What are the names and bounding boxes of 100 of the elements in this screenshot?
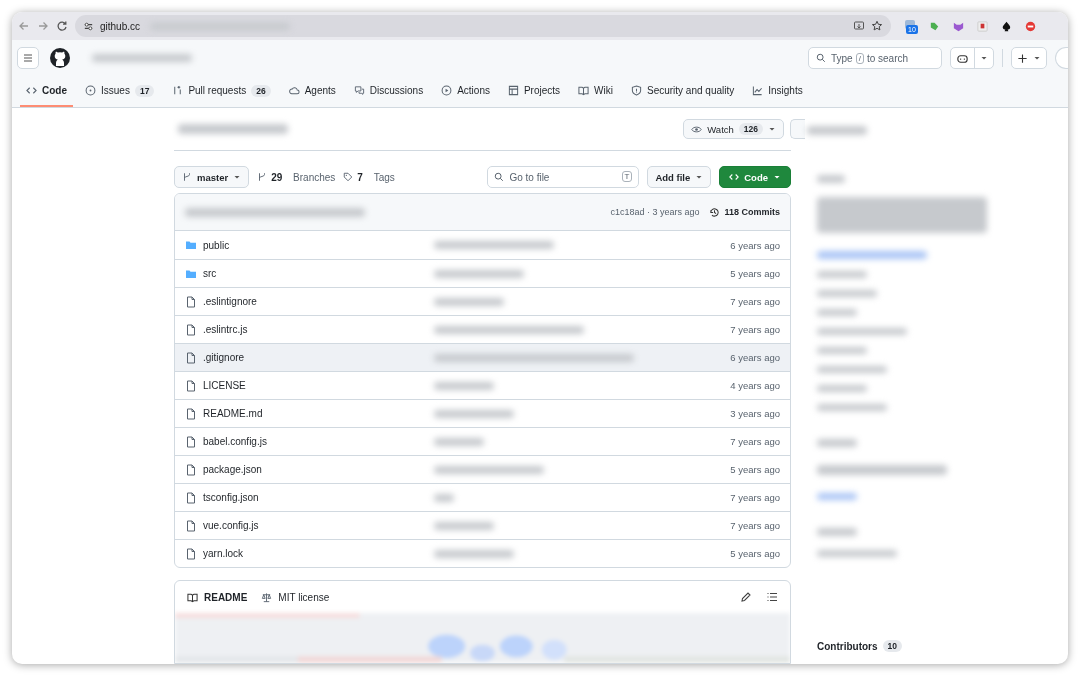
copilot-button[interactable] xyxy=(950,47,994,69)
caret-icon xyxy=(768,125,776,133)
file-time: 7 years ago xyxy=(730,492,780,503)
repo-tab[interactable]: Actions xyxy=(435,76,496,107)
file-link[interactable]: README.md xyxy=(203,408,263,419)
address-bar[interactable]: github.cc xyxy=(75,15,891,37)
file-row[interactable]: babel.config.js 7 years ago xyxy=(175,427,790,455)
stop-icon[interactable] xyxy=(1024,19,1037,33)
file-time: 5 years ago xyxy=(730,268,780,279)
code-icon xyxy=(729,172,740,182)
repo-tab[interactable]: Issues 17 xyxy=(79,76,161,107)
file-icon xyxy=(185,491,197,504)
file-link[interactable]: yarn.lock xyxy=(203,548,243,559)
menu-icon xyxy=(22,52,34,64)
search-field[interactable]: Type / to search xyxy=(808,47,942,69)
circle-dot-icon xyxy=(85,85,96,96)
file-link[interactable]: tsconfig.json xyxy=(203,492,259,503)
file-row[interactable]: README.md 3 years ago xyxy=(175,399,790,427)
branch-button[interactable]: master xyxy=(174,166,250,188)
folder-icon xyxy=(185,239,197,251)
repo-tab[interactable]: Code xyxy=(20,76,73,107)
repo-tab[interactable]: Security and quality xyxy=(624,76,741,107)
repo-tab[interactable]: Agents xyxy=(282,76,342,107)
file-time: 3 years ago xyxy=(730,408,780,419)
file-time: 7 years ago xyxy=(730,324,780,335)
blurred-text xyxy=(817,366,887,373)
file-time: 5 years ago xyxy=(730,464,780,475)
file-row[interactable]: vue.config.js 7 years ago xyxy=(175,511,790,539)
file-link[interactable]: public xyxy=(203,239,230,251)
file-time: 6 years ago xyxy=(730,239,780,251)
edit-icon[interactable] xyxy=(740,591,752,603)
repo-tab[interactable]: Projects xyxy=(501,76,567,107)
file-icon xyxy=(185,323,197,336)
caret-icon xyxy=(233,173,242,181)
commits-link[interactable]: 118 Commits xyxy=(709,206,780,218)
file-link[interactable]: src xyxy=(203,268,217,279)
graph-icon xyxy=(752,85,764,96)
install-icon[interactable] xyxy=(853,20,865,32)
outline-icon[interactable] xyxy=(766,591,778,603)
file-row[interactable]: src 5 years ago xyxy=(175,259,790,287)
reload-icon[interactable] xyxy=(56,20,68,32)
star-icon[interactable] xyxy=(871,20,883,32)
readme-tab[interactable]: MIT license xyxy=(261,591,330,603)
tile-icon[interactable] xyxy=(976,19,989,33)
tags-link[interactable]: 7 Tags xyxy=(343,171,395,183)
shield-icon xyxy=(630,85,642,96)
repo-tab[interactable]: Insights xyxy=(746,76,809,107)
file-row[interactable]: .eslintignore 7 years ago xyxy=(175,287,790,315)
file-row[interactable]: .gitignore 6 years ago xyxy=(175,343,790,371)
shortcut-key: T xyxy=(621,171,633,182)
blurred-text xyxy=(434,521,494,530)
commit-info: c1c18ad · 3 years ago xyxy=(610,207,700,217)
blurred-text xyxy=(817,175,845,183)
file-link[interactable]: .eslintrc.js xyxy=(203,324,248,335)
blurred-text xyxy=(434,493,454,502)
file-time: 4 years ago xyxy=(730,380,780,391)
file-icon xyxy=(185,295,197,308)
play-icon xyxy=(441,85,453,96)
watch-button[interactable]: Watch 126 xyxy=(683,119,784,139)
branch-icon xyxy=(257,172,268,182)
file-row[interactable]: public 6 years ago xyxy=(175,231,790,259)
search-icon xyxy=(816,53,826,63)
file-link[interactable]: .gitignore xyxy=(203,352,245,363)
blurred-text xyxy=(817,404,887,411)
book-icon xyxy=(578,85,590,96)
repo-tab[interactable]: Discussions xyxy=(347,76,430,107)
readme-tab[interactable]: README xyxy=(187,591,248,603)
code-button[interactable]: Code xyxy=(719,166,791,188)
repo-tab[interactable]: Pull requests 26 xyxy=(166,76,277,107)
tag-icon xyxy=(343,172,354,182)
file-row[interactable]: package.json 5 years ago xyxy=(175,455,790,483)
file-link[interactable]: vue.config.js xyxy=(203,520,259,531)
branches-link[interactable]: 29 Branches xyxy=(257,171,336,183)
file-icon xyxy=(185,351,197,364)
branch-icon xyxy=(182,172,192,182)
add-file-button[interactable]: Add file xyxy=(647,166,712,188)
repo-tab[interactable]: Wiki xyxy=(572,76,619,107)
blurred-text xyxy=(807,126,867,135)
file-row[interactable]: tsconfig.json 7 years ago xyxy=(175,483,790,511)
blurred-text xyxy=(817,271,867,278)
book-icon xyxy=(187,591,198,603)
file-link[interactable]: .eslintignore xyxy=(203,296,257,307)
history-icon xyxy=(709,206,721,218)
caret-icon xyxy=(695,173,704,181)
file-time: 7 years ago xyxy=(730,436,780,447)
file-link[interactable]: package.json xyxy=(203,464,262,475)
create-button[interactable] xyxy=(1011,47,1047,69)
file-link[interactable]: babel.config.js xyxy=(203,436,267,447)
file-link[interactable]: LICENSE xyxy=(203,380,246,391)
chat-icon xyxy=(353,85,365,96)
logo-icon[interactable] xyxy=(50,48,70,68)
tune-icon[interactable] xyxy=(83,20,94,32)
blurred-text xyxy=(434,381,494,390)
file-icon xyxy=(185,435,197,448)
file-row[interactable]: yarn.lock 5 years ago xyxy=(175,539,790,567)
blurred-text xyxy=(817,290,877,297)
spade-icon[interactable] xyxy=(1000,19,1013,33)
file-row[interactable]: LICENSE 4 years ago xyxy=(175,371,790,399)
blurred-text xyxy=(817,528,857,536)
file-icon xyxy=(185,379,197,392)
